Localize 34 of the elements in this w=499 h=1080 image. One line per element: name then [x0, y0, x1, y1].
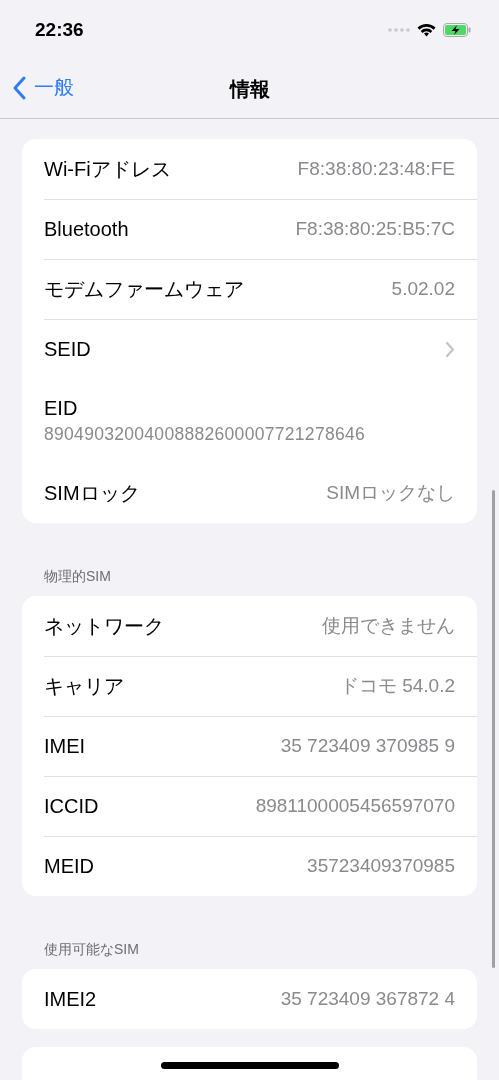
section-header: 物理的SIM	[43, 567, 112, 586]
row-value: 使用できません	[322, 614, 455, 638]
list-row[interactable]: SEID	[22, 319, 477, 379]
battery-icon	[443, 23, 471, 37]
row-value: 89049032004008882600007721278646	[44, 424, 367, 445]
row-label: SIMロック	[44, 480, 140, 506]
row-value: 8981100005456597070	[255, 795, 455, 817]
row-label: モデムファームウェア	[44, 276, 244, 302]
chevron-icon	[445, 340, 455, 358]
row-label: IMEI2	[44, 987, 97, 1011]
row-value: F8:38:80:25:B5:7C	[295, 218, 455, 240]
page-title: 情報	[229, 76, 270, 102]
row-value: 35723409370985	[307, 855, 455, 877]
row-value: F8:38:80:23:48:FE	[297, 158, 455, 180]
row-label: MEID	[44, 854, 94, 878]
row-value: 35 723409 370985 9	[280, 735, 455, 757]
back-button[interactable]: 一般	[12, 74, 74, 101]
row-value: 35 723409 367872 4	[280, 988, 455, 1010]
row-value: ドコモ 54.0.2	[339, 674, 455, 698]
row-label: キャリア	[44, 673, 124, 699]
row-label: Wi-Fiアドレス	[44, 156, 171, 182]
section-header: 使用可能なSIM	[43, 940, 140, 959]
signal-icon	[388, 28, 410, 32]
status-time: 22:36	[35, 19, 84, 41]
row-label: SEID	[44, 337, 91, 361]
row-label: Bluetooth	[44, 217, 129, 241]
row-label: EID	[44, 397, 79, 420]
row-value: SIMロックなし	[326, 481, 455, 505]
wifi-icon	[417, 23, 436, 37]
row-label: ICCID	[44, 794, 99, 818]
row-label: ネットワーク	[44, 613, 164, 639]
chevron-left-icon	[12, 75, 26, 100]
row-value: 5.02.02	[391, 278, 455, 300]
row-label: IMEI	[44, 734, 86, 758]
